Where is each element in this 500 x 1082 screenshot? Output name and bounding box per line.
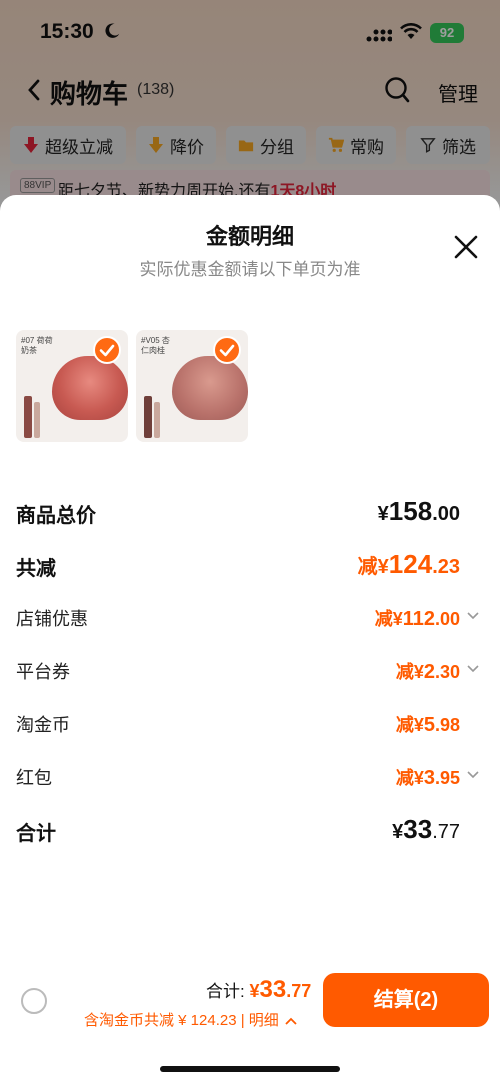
lipstick-tube-image <box>24 396 32 438</box>
row-value: 减¥5.98 <box>395 714 460 736</box>
lipstick-tube-image <box>154 402 160 438</box>
total-amount: ¥33.77 <box>249 976 312 1003</box>
row-red-packet[interactable]: 红包 减¥3.95 <box>16 758 484 798</box>
lips-image <box>172 356 248 420</box>
row-label: 合计 <box>16 823 56 845</box>
lips-image <box>52 356 128 420</box>
check-icon[interactable] <box>93 336 121 364</box>
row-total-discount: 共减 减¥124.23 <box>16 546 484 586</box>
chevron-up-icon <box>285 1017 297 1025</box>
bottom-total: 合计: ¥33.77 <box>206 976 311 1004</box>
lipstick-tube-image <box>144 396 152 438</box>
row-value: 减¥112.00 <box>374 608 460 630</box>
row-value: 减¥3.95 <box>395 767 460 789</box>
row-value: 减¥2.30 <box>395 661 460 683</box>
sheet-subtitle: 实际优惠金额请以下单页为准 <box>139 260 361 279</box>
chevron-down-icon[interactable] <box>466 664 480 674</box>
chevron-down-icon[interactable] <box>466 611 480 621</box>
sheet-title: 金额明细 <box>205 224 294 249</box>
row-label: 红包 <box>16 768 52 788</box>
row-label: 淘金币 <box>16 715 70 735</box>
row-label: 商品总价 <box>16 505 96 527</box>
product-label: #V05 杏仁肉桂 <box>141 336 170 355</box>
row-value: ¥33.77 <box>392 814 460 844</box>
row-label: 店铺优惠 <box>16 609 88 629</box>
detail-toggle-label: 含淘金币共减 ¥ 124.23 | 明细 <box>84 1012 279 1029</box>
product-thumbnail[interactable]: #07 荷荷奶茶 <box>16 330 128 442</box>
row-platform-coupon[interactable]: 平台券 减¥2.30 <box>16 652 484 692</box>
select-all-checkbox[interactable] <box>21 988 47 1014</box>
row-value: 减¥124.23 <box>357 549 460 579</box>
row-label: 平台券 <box>16 662 70 682</box>
check-icon[interactable] <box>213 336 241 364</box>
lipstick-tube-image <box>34 402 40 438</box>
amount-detail-sheet: 金额明细 实际优惠金额请以下单页为准 #07 荷荷奶茶 #V05 杏仁肉桂 商品… <box>0 195 500 1082</box>
checkout-button[interactable]: 结算(2) <box>323 973 489 1027</box>
row-shop-discount[interactable]: 店铺优惠 减¥112.00 <box>16 599 484 639</box>
detail-toggle[interactable]: 含淘金币共减 ¥ 124.23 | 明细 <box>84 1009 297 1030</box>
row-goods-total: 商品总价 ¥158.00 <box>16 493 484 533</box>
total-label: 合计: <box>206 982 245 1001</box>
product-label: #07 荷荷奶茶 <box>21 336 53 355</box>
close-icon[interactable] <box>452 233 480 261</box>
row-taojinbi: 淘金币 减¥5.98 <box>16 705 484 745</box>
product-thumbnail[interactable]: #V05 杏仁肉桂 <box>136 330 248 442</box>
row-value: ¥158.00 <box>377 496 460 526</box>
chevron-down-icon[interactable] <box>466 770 480 780</box>
row-label: 共减 <box>16 558 56 580</box>
home-indicator <box>160 1066 340 1072</box>
row-grand-total: 合计 ¥33.77 <box>16 811 484 851</box>
